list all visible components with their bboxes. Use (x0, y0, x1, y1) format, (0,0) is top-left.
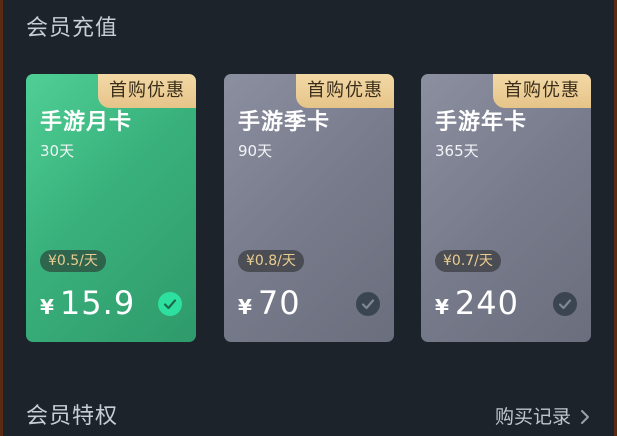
card-price: ¥ 70 (238, 284, 301, 322)
currency-symbol: ¥ (238, 295, 252, 319)
check-circle-icon (356, 292, 380, 316)
card-price: ¥ 15.9 (40, 284, 135, 322)
card-name: 手游年卡 (435, 110, 528, 135)
membership-card-quarterly[interactable]: 首购优惠 手游季卡 90天 ¥0.8/天 ¥ 70 (224, 74, 394, 342)
first-purchase-badge: 首购优惠 (98, 74, 196, 108)
left-edge-strip (0, 0, 3, 436)
card-duration: 90天 (238, 142, 273, 160)
membership-card-monthly[interactable]: 首购优惠 手游月卡 30天 ¥0.5/天 ¥ 15.9 (26, 74, 196, 342)
card-name: 手游季卡 (238, 110, 331, 135)
first-purchase-badge: 首购优惠 (493, 74, 591, 108)
purchase-history-label: 购买记录 (494, 406, 571, 428)
card-duration: 365天 (435, 142, 479, 160)
check-circle-icon (553, 292, 577, 316)
privileges-section-title: 会员特权 (26, 404, 119, 429)
card-duration: 30天 (40, 142, 75, 160)
card-price: ¥ 240 (435, 284, 519, 322)
currency-symbol: ¥ (40, 295, 54, 319)
recharge-section-title: 会员充值 (26, 16, 119, 41)
first-purchase-badge: 首购优惠 (296, 74, 394, 108)
currency-symbol: ¥ (435, 295, 449, 319)
membership-card-yearly[interactable]: 首购优惠 手游年卡 365天 ¥0.7/天 ¥ 240 (421, 74, 591, 342)
chevron-right-icon (577, 408, 593, 424)
price-amount: 70 (257, 284, 301, 322)
per-day-price-tag: ¥0.8/天 (238, 250, 304, 272)
price-amount: 240 (454, 284, 519, 322)
per-day-price-tag: ¥0.7/天 (435, 250, 501, 272)
purchase-history-link[interactable]: 购买记录 (495, 402, 593, 429)
check-circle-icon (158, 292, 182, 316)
per-day-price-tag: ¥0.5/天 (40, 250, 106, 272)
price-amount: 15.9 (59, 284, 136, 322)
card-name: 手游月卡 (40, 110, 133, 135)
